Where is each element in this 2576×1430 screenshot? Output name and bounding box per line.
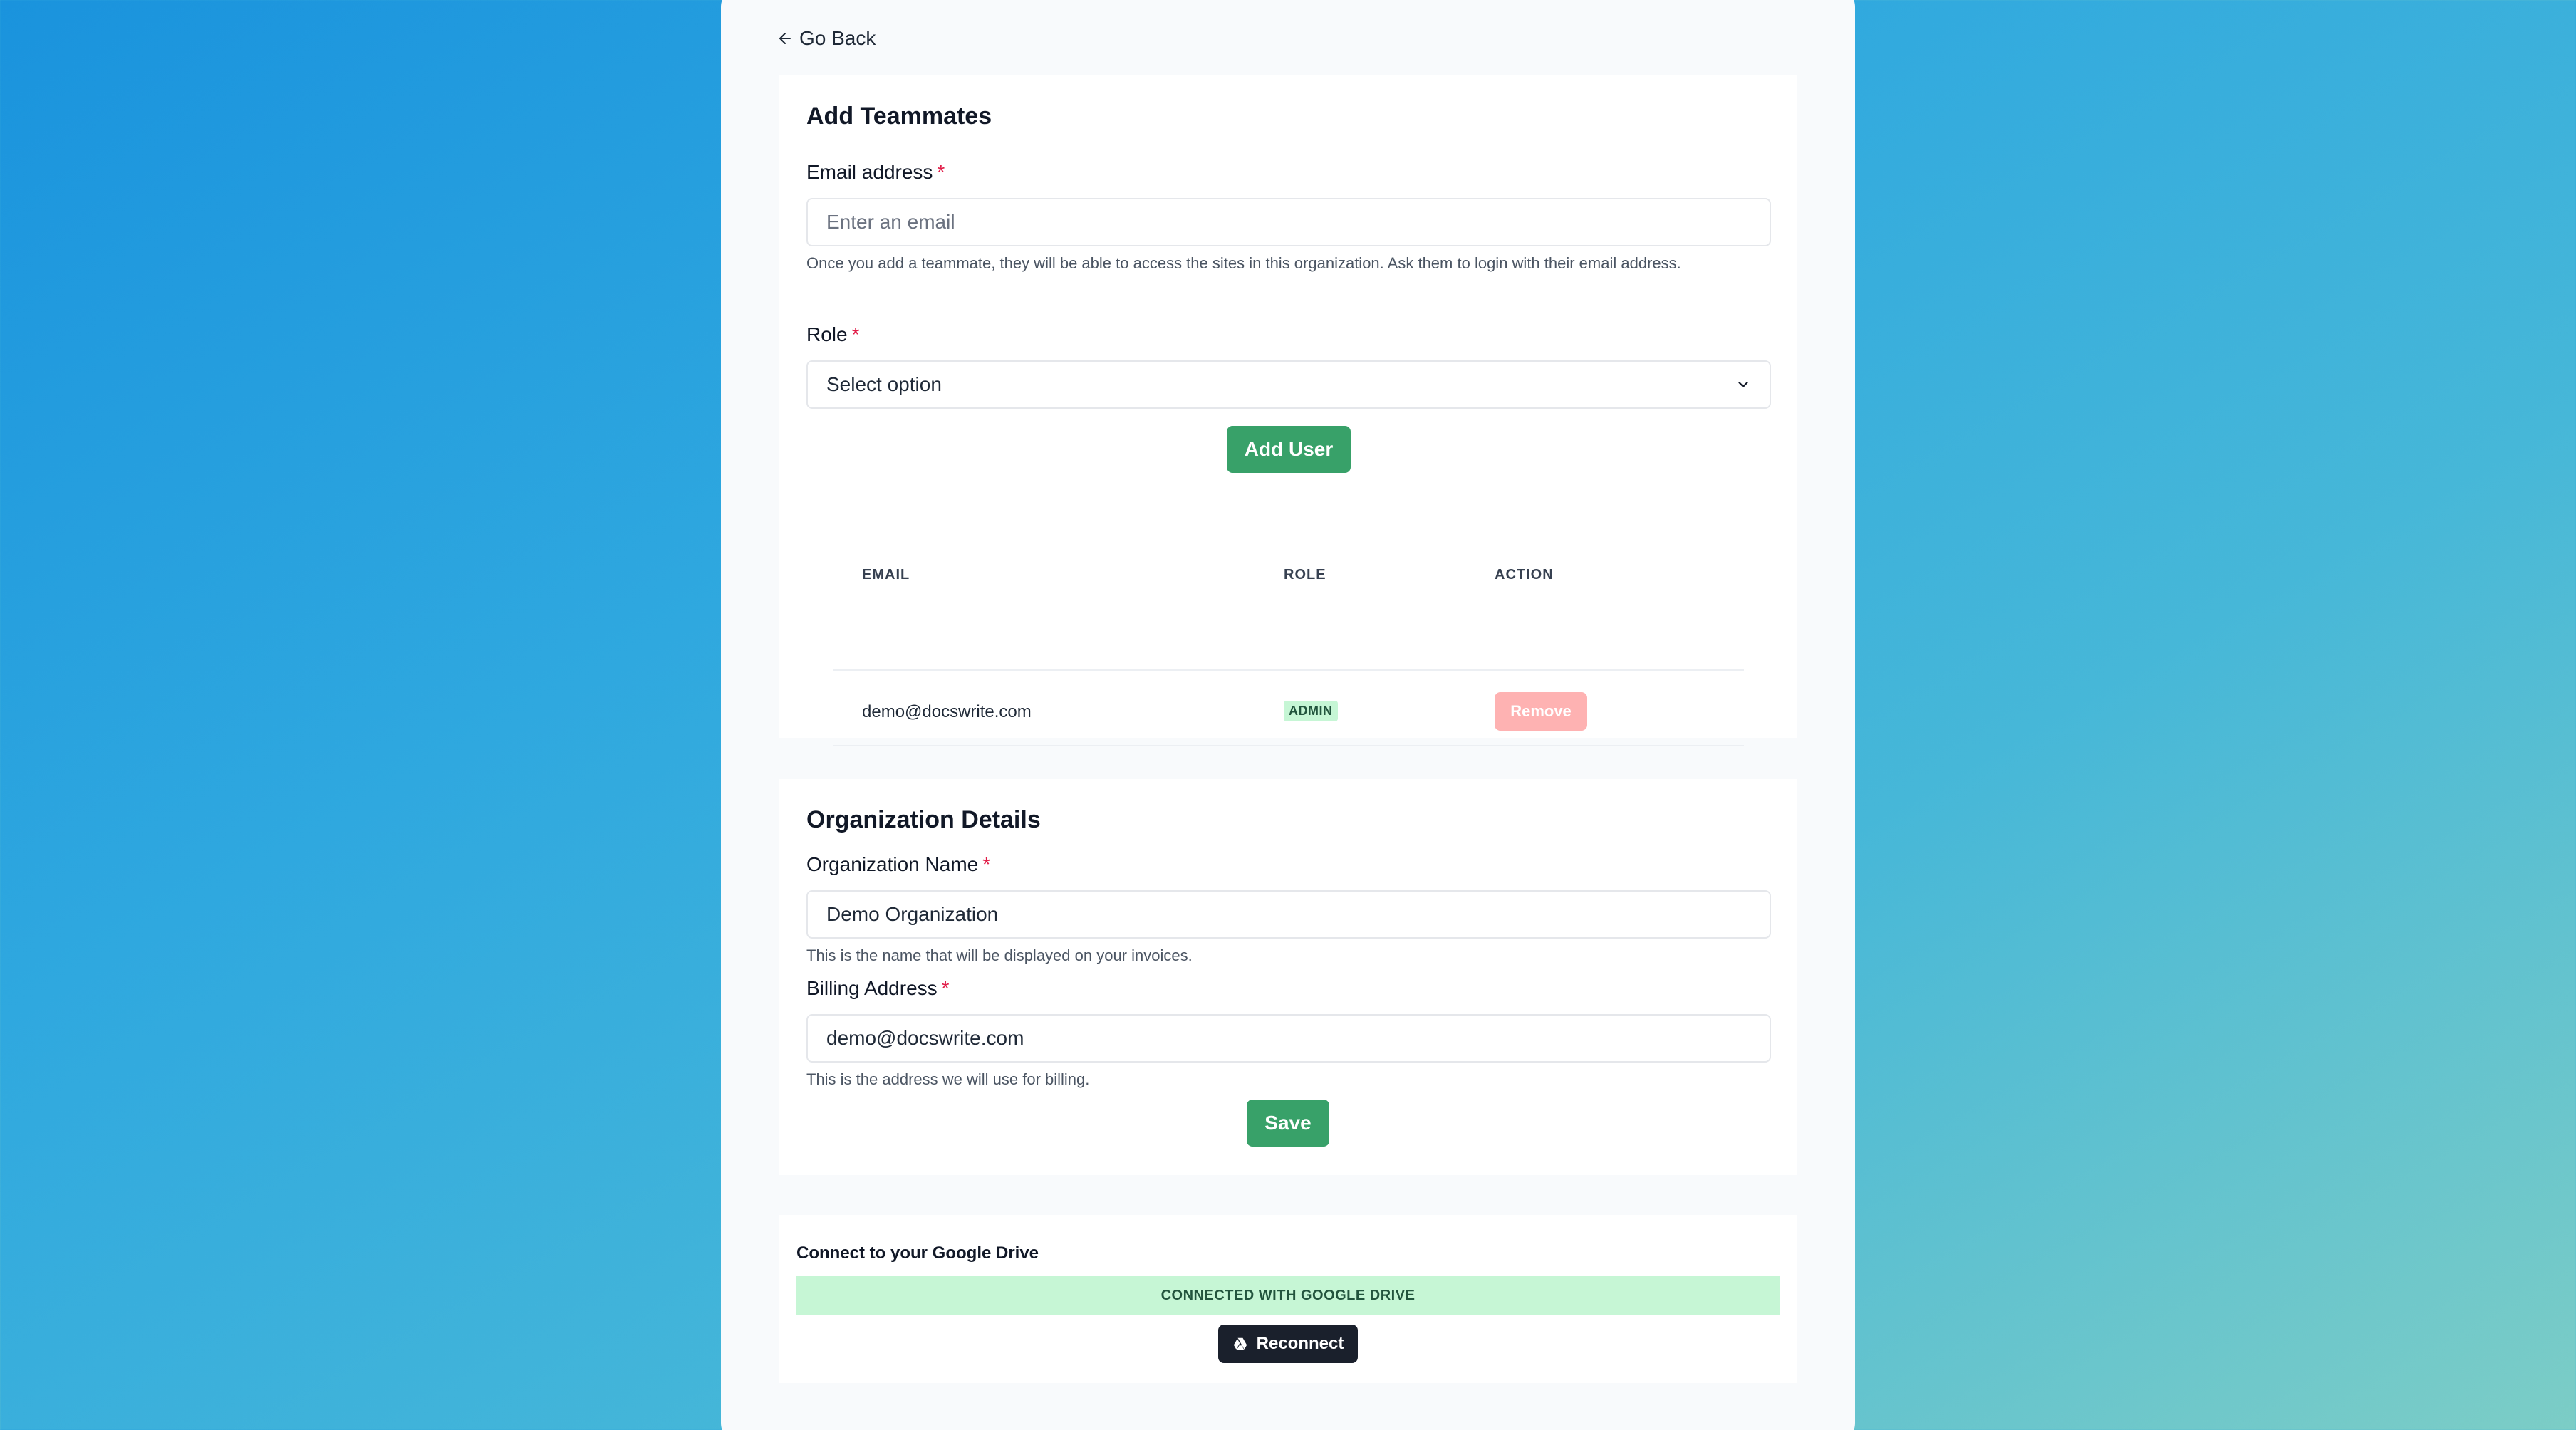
arrow-left-icon (779, 33, 791, 44)
required-mark: * (941, 977, 950, 999)
reconnect-button[interactable]: Reconnect (1218, 1325, 1358, 1363)
table-divider (833, 745, 1744, 746)
column-header-action: ACTION (1495, 567, 1554, 583)
role-label: Role * (806, 323, 860, 345)
add-teammates-card: Add Teammates Email address* Once you ad… (779, 75, 1797, 746)
table-cell-email: demo@docswrite.com (862, 702, 1032, 721)
go-back-link[interactable]: Go Back (777, 27, 876, 50)
save-button[interactable]: Save (1247, 1100, 1329, 1147)
billing-address-label: Billing Address * (806, 977, 950, 999)
organization-name-label: Organization Name * (806, 853, 991, 875)
organization-name-input[interactable] (806, 890, 1771, 939)
google-drive-icon (1233, 1337, 1247, 1350)
billing-address-input[interactable] (806, 1014, 1771, 1063)
required-mark: * (851, 323, 860, 345)
billing-address-help: This is the address we will use for bill… (806, 1070, 1090, 1088)
reconnect-label: Reconnect (1256, 1334, 1344, 1353)
table-divider (833, 669, 1744, 671)
role-select[interactable]: Select option (806, 360, 1771, 409)
remove-button[interactable]: Remove (1495, 692, 1587, 731)
google-drive-card: Connect to your Google Drive CONNECTED W… (779, 1215, 1797, 1383)
email-help-text: Once you add a teammate, they will be ab… (806, 254, 1681, 272)
drive-connection-status: CONNECTED WITH GOOGLE DRIVE (796, 1276, 1780, 1315)
add-user-button[interactable]: Add User (1227, 426, 1351, 473)
chevron-down-icon (1738, 382, 1748, 387)
required-mark: * (982, 853, 991, 875)
email-label: Email address * (806, 161, 945, 183)
go-back-label: Go Back (799, 27, 876, 49)
role-select-value: Select option (826, 373, 942, 395)
column-header-role: ROLE (1284, 567, 1326, 583)
organization-name-help: This is the name that will be displayed … (806, 946, 1193, 964)
email-input[interactable] (806, 198, 1771, 246)
organization-details-title: Organization Details (806, 806, 1041, 833)
required-mark: * (937, 161, 945, 183)
google-drive-title: Connect to your Google Drive (796, 1243, 1039, 1263)
column-header-email: EMAIL (862, 567, 910, 583)
organization-details-card: Organization Details Organization Name * … (779, 779, 1797, 1175)
add-teammates-title: Add Teammates (806, 103, 992, 130)
role-badge: ADMIN (1284, 701, 1338, 721)
